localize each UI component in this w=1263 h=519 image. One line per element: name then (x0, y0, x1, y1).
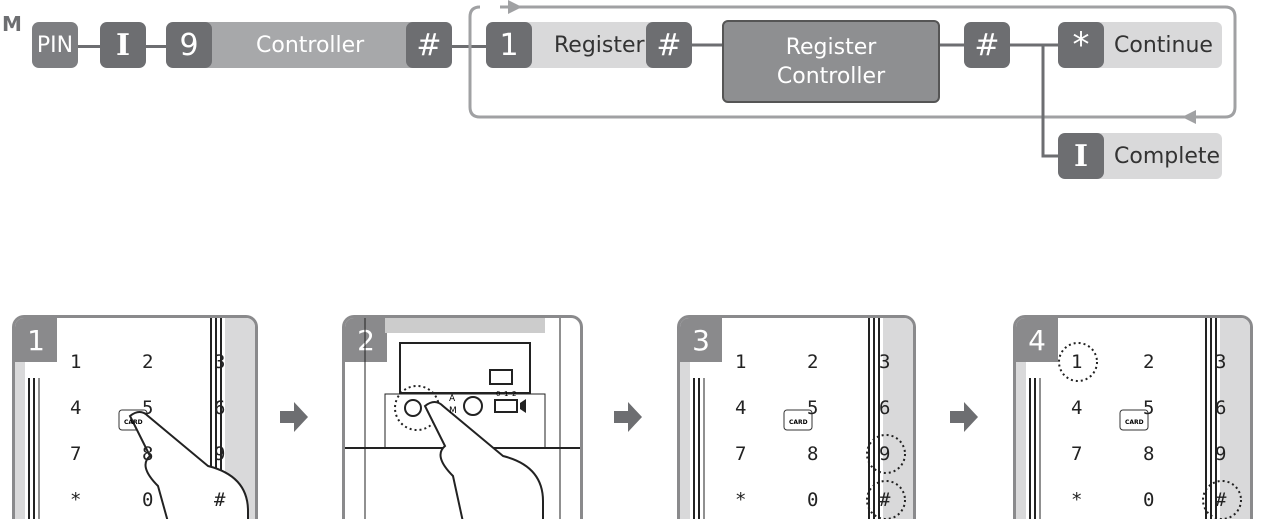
hash-key: # (646, 22, 692, 68)
register-controller-line1: Register (785, 34, 877, 60)
keypad-key: 1 (70, 351, 82, 373)
keypad-key: 9 (879, 443, 891, 465)
i-key: I (1058, 133, 1104, 179)
hash-key: # (964, 22, 1010, 68)
one-key: 1 (486, 22, 532, 68)
keypad-key: * (735, 489, 747, 511)
finger-icon (423, 401, 544, 519)
keypad-key: 5 (1143, 397, 1155, 419)
keypad-key: # (879, 489, 891, 511)
keypad-key: 7 (735, 443, 747, 465)
keypad-key: 2 (1143, 351, 1155, 373)
keypad-key: * (1071, 489, 1083, 511)
keypad-key: 4 (735, 397, 747, 419)
keypad-key: * (70, 489, 82, 511)
card-label: CARD (1125, 419, 1144, 426)
keypad-key: 2 (807, 351, 819, 373)
keypad-key: 1 (1071, 351, 1083, 373)
step-panel-1: 1 1 2 3 4 5 6 7 8 9 * 0 # CARD (12, 315, 258, 519)
step-panel-2: 2012AM (342, 315, 583, 519)
mode-label: M (449, 406, 457, 416)
next-step-arrow-icon (950, 402, 980, 432)
keypad-key: 2 (142, 351, 154, 373)
card-label: CARD (124, 419, 143, 426)
mode-label: A (449, 394, 456, 404)
volume-switch (494, 399, 518, 413)
step-panel-3: 3 1 2 3 4 5 6 7 8 9 * 0 # CARD (677, 315, 916, 519)
switch-label: 2 (512, 390, 517, 398)
arrow-left-icon (1182, 110, 1196, 124)
switch-label: 0 (496, 390, 501, 398)
keypad-key: 8 (1143, 443, 1155, 465)
keypad-key: 9 (214, 443, 226, 465)
keypad-key: 0 (1143, 489, 1155, 511)
keypad-key: 6 (1215, 397, 1227, 419)
keypad-key: 0 (807, 489, 819, 511)
keypad-key: 0 (142, 489, 154, 511)
keypad-key: 5 (807, 397, 819, 419)
keypad-key: 7 (1071, 443, 1083, 465)
keypad-key: 1 (735, 351, 747, 373)
keypad-key: 3 (879, 351, 891, 373)
panel-illustration (345, 318, 580, 519)
arrow-right-icon (508, 0, 522, 14)
keypad-key: 3 (1215, 351, 1227, 373)
registration-diagram: M PIN I Controller 9 # Register 1 # Regi… (0, 0, 1263, 519)
keypad-key: 3 (214, 351, 226, 373)
register-button-icon (404, 399, 422, 417)
card-label: CARD (789, 419, 808, 426)
keypad-key: 4 (1071, 397, 1083, 419)
keypad-key: 4 (70, 397, 82, 419)
keypad-key: # (1215, 489, 1227, 511)
register-controller-box: Register Controller (722, 20, 940, 103)
speaker-icon (520, 399, 526, 413)
keypad-key: 9 (1215, 443, 1227, 465)
register-controller-line2: Controller (776, 63, 886, 89)
keypad-key: 8 (142, 443, 154, 465)
keypad-key: 7 (70, 443, 82, 465)
keypad-key: 5 (142, 397, 154, 419)
next-step-arrow-icon (280, 402, 310, 432)
step-panel-4: 4 1 2 3 4 5 6 7 8 9 * 0 # CARD (1013, 315, 1253, 519)
keypad-key: # (214, 489, 226, 511)
switch-label: 1 (504, 390, 509, 398)
keypad-key: 6 (214, 397, 226, 419)
next-step-arrow-icon (614, 402, 644, 432)
keypad-key: 6 (879, 397, 891, 419)
star-key: * (1058, 22, 1104, 68)
keypad-key: 8 (807, 443, 819, 465)
